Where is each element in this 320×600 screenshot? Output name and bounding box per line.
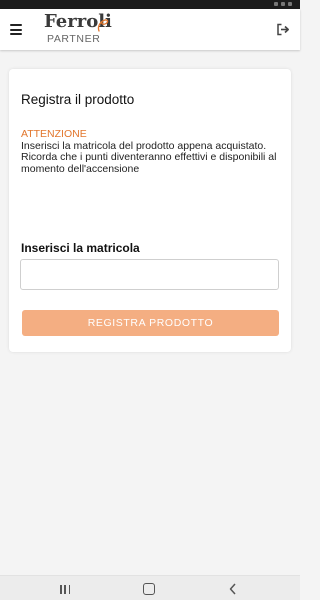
register-product-button[interactable]: REGISTRA PRODOTTO xyxy=(22,310,279,336)
warning-text-2: Ricorda che i punti diventeranno effetti… xyxy=(21,151,277,175)
back-icon[interactable] xyxy=(228,583,238,595)
recent-apps-icon[interactable] xyxy=(60,585,70,594)
card-title: Registra il prodotto xyxy=(21,92,135,107)
warning-block: ATTENZIONE Inserisci la matricola del pr… xyxy=(21,128,279,175)
warning-title: ATTENZIONE xyxy=(21,128,87,140)
hamburger-menu-icon[interactable] xyxy=(10,24,22,35)
app-screen: Ferroli PARTNER Registra il prodotto ATT… xyxy=(0,0,300,600)
register-product-card: Registra il prodotto ATTENZIONE Inserisc… xyxy=(9,69,291,352)
logout-icon[interactable] xyxy=(276,23,290,36)
logo-swirl-icon xyxy=(97,19,109,32)
ferroli-partner-logo: Ferroli PARTNER xyxy=(44,12,124,48)
serial-number-input[interactable] xyxy=(20,259,279,290)
system-nav-bar xyxy=(0,575,300,600)
status-icons xyxy=(270,2,292,6)
app-header: Ferroli PARTNER xyxy=(0,9,300,50)
status-bar xyxy=(0,0,300,9)
logo-sub-text: PARTNER xyxy=(47,33,101,45)
home-icon[interactable] xyxy=(143,583,155,595)
serial-number-label: Inserisci la matricola xyxy=(21,241,140,255)
